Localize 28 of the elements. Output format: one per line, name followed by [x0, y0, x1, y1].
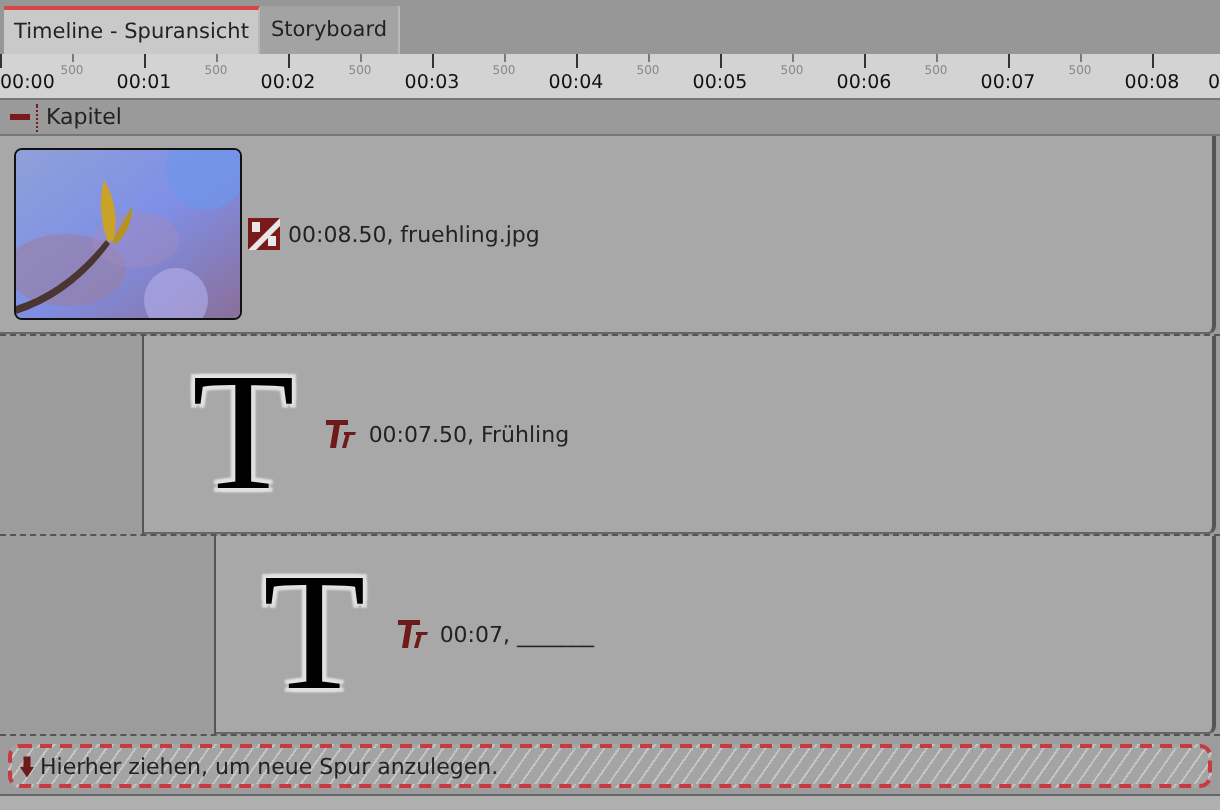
time-label: 00:04: [548, 72, 604, 94]
time-label: 00:07: [980, 72, 1036, 94]
text-effect-icon: [395, 618, 432, 650]
clip-info: 00:07.50, Frühling: [368, 421, 570, 447]
text-thumbnail: T: [192, 350, 295, 518]
time-label: 00:01: [116, 72, 172, 94]
text-effect-icon: [324, 418, 361, 450]
time-label: 0: [1207, 72, 1220, 94]
clip[interactable]: T 00:07, _______: [215, 536, 1216, 734]
transition-icon: [248, 218, 280, 250]
time-label: 00:02: [260, 72, 316, 94]
clip-info: 00:08.50, fruehling.jpg: [288, 221, 540, 247]
drop-zone[interactable]: Hierher ziehen, um neue Spur anzulegen.: [8, 744, 1212, 788]
time-label: 00:05: [692, 72, 748, 94]
tab[interactable]: Timeline - Spuransicht: [4, 6, 261, 54]
down-arrow-icon: [20, 755, 34, 777]
clip-info: 00:07, _______: [439, 621, 595, 647]
chapter-label: Kapitel: [46, 104, 122, 130]
drop-hint: Hierher ziehen, um neue Spur anzulegen.: [40, 753, 499, 779]
clip[interactable]: 00:08.50, fruehling.jpg: [0, 136, 1216, 334]
collapse-icon[interactable]: [10, 114, 30, 120]
time-label: 00:03: [404, 72, 460, 94]
tab[interactable]: Storyboard: [260, 6, 399, 54]
time-label: 00:00: [0, 72, 55, 94]
time-label: 00:06: [836, 72, 892, 94]
time-label: 00:08: [1124, 72, 1180, 94]
text-thumbnail: T: [263, 550, 366, 718]
clip[interactable]: T 00:07.50, Frühling: [144, 336, 1216, 534]
